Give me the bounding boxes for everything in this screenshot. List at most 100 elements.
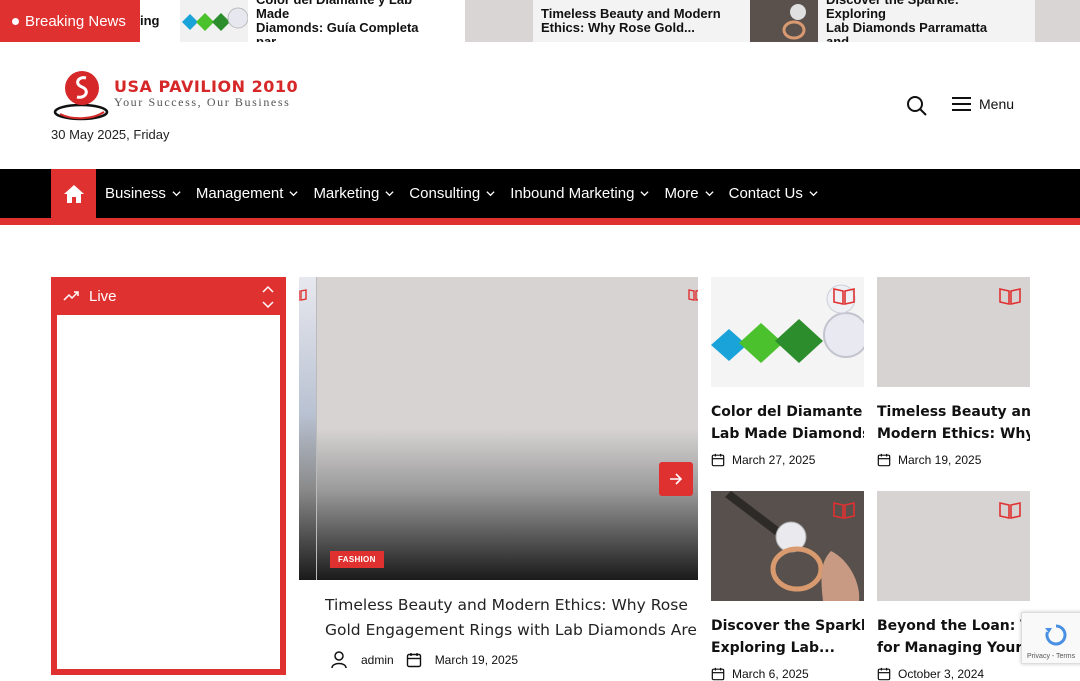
ticker-thumbnail — [465, 0, 533, 42]
ticker-item-partial-title: ing — [140, 13, 160, 28]
nav-item-business[interactable]: Business — [105, 185, 181, 202]
recaptcha-badge[interactable]: Privacy - Terms — [1021, 612, 1080, 664]
nav-item-label: Business — [105, 185, 166, 202]
logo-mark-icon — [53, 71, 109, 121]
featured-title[interactable]: Timeless Beauty and Modern Ethics: Why R… — [325, 593, 697, 643]
calendar-icon — [711, 453, 725, 467]
previous-slide-edge — [299, 277, 317, 580]
post-card[interactable]: Discover the Sparkle: Exploring Lab... M… — [711, 491, 864, 681]
nav-item-contact-us[interactable]: Contact Us — [729, 185, 818, 202]
post-card-image[interactable] — [711, 277, 864, 387]
nav-item-consulting[interactable]: Consulting — [409, 185, 495, 202]
post-card-image[interactable] — [877, 491, 1030, 601]
live-scroll-arrows-icon[interactable] — [262, 285, 274, 309]
home-icon — [63, 184, 84, 203]
post-card-meta: March 19, 2025 — [877, 453, 1030, 467]
nav-item-label: Inbound Marketing — [510, 185, 635, 202]
post-card-title[interactable]: Timeless Beauty and Modern Ethics: Why..… — [877, 401, 1030, 445]
ticker-thumbnail — [180, 0, 248, 42]
nav-item-label: Marketing — [313, 185, 380, 202]
live-dot-icon — [12, 17, 19, 25]
featured-meta: admin March 19, 2025 — [330, 651, 518, 669]
chevron-down-icon — [289, 191, 299, 197]
brand-tagline: Your Success, Our Business — [114, 95, 291, 109]
featured-title-line2: Gold Engagement Rings with Lab Diamonds … — [325, 621, 697, 639]
current-date: 30 May 2025, Friday — [51, 127, 170, 142]
ticker-item[interactable]: Timeless Beauty and Modern Ethics: Why R… — [465, 0, 750, 42]
post-card-title-line2: Exploring Lab... — [711, 640, 835, 656]
ticker-item[interactable]: Color del Diamante y Lab Made Diamonds: … — [180, 0, 465, 42]
calendar-icon — [877, 453, 891, 467]
post-card[interactable]: Color del Diamante y Lab Made Diamonds..… — [711, 277, 864, 467]
live-widget-body — [57, 315, 280, 669]
breaking-news-badge: Breaking News — [0, 0, 140, 42]
post-card-title-line1: Discover the Sparkle: — [711, 618, 864, 634]
menu-button[interactable]: Menu — [952, 96, 1014, 112]
site-header: USA PAVILION 2010 Your Success, Our Busi… — [0, 42, 1080, 169]
post-card-title[interactable]: Color del Diamante y Lab Made Diamonds..… — [711, 401, 864, 445]
post-card-title-line2: Modern Ethics: Why... — [877, 426, 1030, 442]
live-widget: Live — [51, 277, 286, 675]
post-card-meta: October 3, 2024 — [877, 667, 1030, 681]
post-card-image[interactable] — [711, 491, 864, 601]
featured-title-line1: Timeless Beauty and Modern Ethics: Why R… — [325, 596, 688, 614]
search-button[interactable] — [906, 95, 928, 117]
featured-author[interactable]: admin — [361, 653, 394, 667]
book-icon — [999, 288, 1021, 305]
calendar-icon — [406, 653, 421, 668]
chevron-down-icon — [486, 191, 495, 197]
live-widget-title: Live — [89, 287, 117, 305]
category-badge[interactable]: FASHION — [330, 551, 384, 568]
featured-image[interactable] — [299, 277, 698, 580]
arrow-right-icon — [670, 473, 683, 485]
book-icon — [833, 288, 855, 305]
post-card-title-line1: Beyond the Loan: Tips — [877, 618, 1030, 634]
post-card-date[interactable]: March 6, 2025 — [732, 667, 809, 681]
brand-name: USA PAVILION 2010 — [114, 77, 299, 96]
site-logo[interactable]: USA PAVILION 2010 Your Success, Our Busi… — [52, 68, 312, 124]
featured-slider[interactable]: FASHION Timeless Beauty and Modern Ethic… — [299, 277, 698, 675]
post-card-date[interactable]: March 19, 2025 — [898, 453, 981, 467]
search-icon — [907, 96, 927, 116]
post-card-meta: March 6, 2025 — [711, 667, 864, 681]
recaptcha-links[interactable]: Privacy - Terms — [1027, 653, 1075, 660]
trending-icon — [63, 291, 79, 301]
chevron-down-icon — [809, 191, 818, 197]
post-card-title-line1: Timeless Beauty and — [877, 404, 1030, 420]
nav-item-marketing[interactable]: Marketing — [313, 185, 394, 202]
post-card-image[interactable] — [877, 277, 1030, 387]
post-card-meta: March 27, 2025 — [711, 453, 864, 467]
ticker-item-partial[interactable] — [1035, 0, 1080, 42]
featured-date[interactable]: March 19, 2025 — [435, 653, 518, 667]
book-icon — [299, 289, 307, 301]
chevron-down-icon — [705, 191, 714, 197]
post-card-title[interactable]: Discover the Sparkle: Exploring Lab... — [711, 615, 864, 659]
nav-item-label: Contact Us — [728, 185, 803, 202]
post-card-title[interactable]: Beyond the Loan: Tips for Managing Your.… — [877, 615, 1030, 659]
nav-item-more[interactable]: More — [664, 185, 714, 202]
post-card-title-line2: for Managing Your... — [877, 640, 1030, 656]
nav-item-label: Consulting — [409, 185, 481, 202]
post-card-title-line2: Lab Made Diamonds... — [711, 426, 864, 442]
nav-accent-line — [0, 218, 1080, 225]
ticker-thumbnail — [1035, 0, 1080, 42]
recaptcha-icon — [1045, 624, 1067, 646]
chevron-down-icon — [640, 191, 650, 197]
nav-item-management[interactable]: Management — [196, 185, 299, 202]
post-card-date[interactable]: October 3, 2024 — [898, 667, 984, 681]
menu-label: Menu — [979, 96, 1015, 112]
nav-home-button[interactable] — [51, 169, 96, 218]
slider-next-button[interactable] — [659, 462, 693, 496]
ticker-item-title-line1: Timeless Beauty and Modern — [541, 6, 721, 21]
post-card[interactable]: Beyond the Loan: Tips for Managing Your.… — [877, 491, 1030, 681]
live-widget-header: Live — [51, 277, 286, 315]
post-card-date[interactable]: March 27, 2025 — [732, 453, 815, 467]
ticker-item-title-line2: Lab Diamonds Parramatta and... — [826, 20, 988, 43]
chevron-down-icon — [172, 191, 181, 197]
post-card[interactable]: Timeless Beauty and Modern Ethics: Why..… — [877, 277, 1030, 467]
main-nav: Business Management Marketing Consulting… — [0, 169, 1080, 218]
book-icon — [688, 289, 698, 301]
nav-item-inbound-marketing[interactable]: Inbound Marketing — [510, 185, 650, 202]
calendar-icon — [877, 667, 891, 681]
ticker-item[interactable]: Discover the Sparkle: Exploring Lab Diam… — [750, 0, 1035, 42]
